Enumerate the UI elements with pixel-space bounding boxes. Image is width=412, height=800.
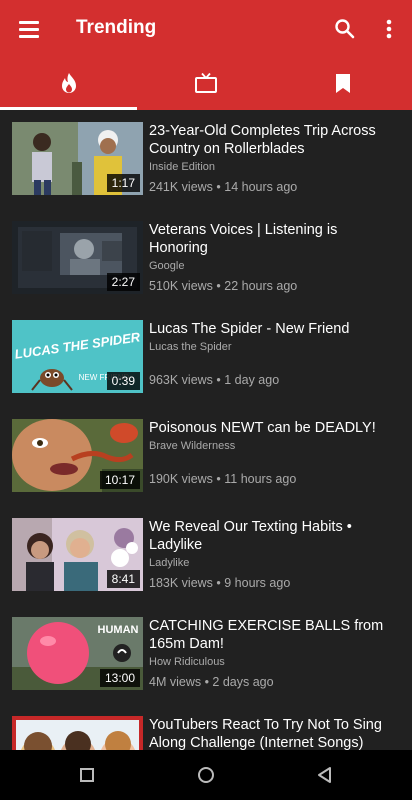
video-title: Poisonous NEWT can be DEADLY! — [149, 420, 376, 436]
video-item[interactable]: 1:17 23-Year-Old Completes Trip Across C… — [0, 110, 412, 209]
video-feed[interactable]: 1:17 23-Year-Old Completes Trip Across C… — [0, 110, 412, 750]
tab-trending[interactable] — [0, 58, 137, 110]
back-icon[interactable] — [310, 761, 338, 789]
video-thumbnail[interactable]: HUMAN 13:00 — [12, 617, 143, 690]
menu-icon[interactable] — [14, 14, 44, 44]
video-stats: 241K views • 14 hours ago — [149, 180, 298, 194]
recents-icon[interactable] — [73, 761, 101, 789]
video-channel: Brave Wilderness — [149, 440, 236, 452]
video-thumbnail[interactable]: 2:27 — [12, 221, 143, 294]
video-channel: Lucas the Spider — [149, 341, 232, 353]
video-item[interactable]: HUMAN 13:00 CATCHING EXERCISE BALLS from… — [0, 605, 412, 704]
app-bar: Trending — [0, 0, 412, 58]
video-duration: 1:17 — [106, 174, 140, 192]
video-meta: CATCHING EXERCISE BALLS from 165m Dam! H… — [149, 617, 399, 690]
video-meta: Poisonous NEWT can be DEADLY! Brave Wild… — [149, 419, 399, 487]
video-duration: 2:27 — [106, 273, 140, 291]
video-title: Lucas The Spider - New Friend — [149, 321, 350, 337]
video-item[interactable]: 2:27 Veterans Voices | Listening is Hono… — [0, 209, 412, 308]
video-duration: 10:17 — [99, 471, 140, 489]
video-item[interactable]: LUCAS THE SPIDER NEW FRIEND 0:39 Lucas T… — [0, 308, 412, 407]
tab-saved[interactable] — [274, 58, 411, 110]
video-meta: Lucas The Spider - New Friend Lucas the … — [149, 320, 399, 388]
video-meta: YouTubers React To Try Not To Sing Along… — [149, 716, 399, 750]
video-duration: 0:39 — [106, 372, 140, 390]
tab-subscriptions[interactable] — [137, 58, 274, 110]
search-icon[interactable] — [330, 14, 360, 44]
video-thumbnail[interactable]: LUCAS THE SPIDER NEW FRIEND 0:39 — [12, 320, 143, 393]
system-nav-bar — [0, 750, 412, 800]
video-channel: Inside Edition — [149, 161, 216, 173]
video-thumbnail[interactable]: 10:17 — [12, 419, 143, 492]
bookmark-icon — [335, 74, 350, 93]
video-duration: 8:41 — [106, 570, 140, 588]
video-stats: 183K views • 9 hours ago — [149, 576, 291, 590]
video-channel: How Ridiculous — [149, 656, 225, 668]
video-thumbnail-image — [12, 716, 143, 750]
video-stats: 190K views • 11 hours ago — [149, 472, 297, 486]
page-title: Trending — [76, 17, 157, 38]
video-stats: 963K views • 1 day ago — [149, 373, 280, 387]
video-item[interactable]: 10:17 Poisonous NEWT can be DEADLY! Brav… — [0, 407, 412, 506]
video-duration: 13:00 — [99, 669, 140, 687]
thumbnail-title-text: HUMAN — [98, 624, 139, 636]
video-item[interactable]: YouTubers React To Try Not To Sing Along… — [0, 704, 412, 750]
video-title: We Reveal Our Texting Habits • Ladylike — [149, 519, 352, 553]
flame-icon — [61, 73, 76, 93]
video-channel: Ladylike — [149, 557, 190, 569]
video-thumbnail[interactable]: 1:17 — [12, 122, 143, 195]
video-item[interactable]: 8:41 We Reveal Our Texting Habits • Lady… — [0, 506, 412, 605]
video-meta: We Reveal Our Texting Habits • Ladylike … — [149, 518, 399, 591]
home-icon[interactable] — [192, 761, 220, 789]
video-thumbnail[interactable] — [12, 716, 143, 750]
video-thumbnail[interactable]: 8:41 — [12, 518, 143, 591]
video-stats: 4M views • 2 days ago — [149, 675, 274, 689]
video-title: 23-Year-Old Completes Trip Across Countr… — [149, 123, 376, 157]
video-title: YouTubers React To Try Not To Sing Along… — [149, 717, 382, 750]
tab-bar — [0, 58, 412, 110]
video-channel: Google — [149, 260, 185, 272]
video-meta: Veterans Voices | Listening is Honoring … — [149, 221, 399, 294]
tv-icon — [194, 72, 217, 93]
video-title: Veterans Voices | Listening is Honoring — [149, 222, 338, 256]
video-meta: 23-Year-Old Completes Trip Across Countr… — [149, 122, 399, 195]
video-stats: 510K views • 22 hours ago — [149, 279, 298, 293]
more-options-icon[interactable] — [376, 14, 402, 44]
video-title: CATCHING EXERCISE BALLS from 165m Dam! — [149, 618, 384, 652]
